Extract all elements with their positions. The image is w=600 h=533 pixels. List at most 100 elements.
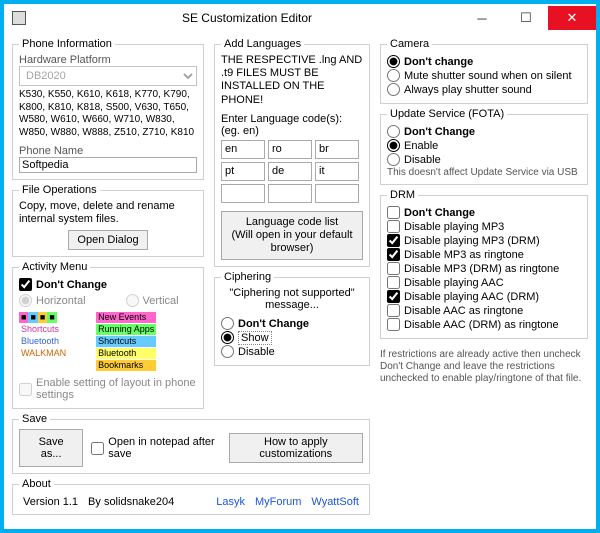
open-dialog-button[interactable]: Open Dialog: [68, 230, 147, 250]
cipher-dont-label: Don't Change: [238, 318, 309, 330]
drm-group: DRM Don't Change Disable playing MP3Disa…: [380, 189, 588, 339]
lang-code-5[interactable]: [315, 162, 359, 181]
phone-info-group: Phone Information Hardware Platform DB20…: [12, 38, 204, 180]
fota-enable-radio[interactable]: [387, 139, 400, 152]
save-legend: Save: [19, 413, 50, 425]
language-code-grid: [221, 140, 363, 203]
activity-dont-change-check[interactable]: [19, 278, 32, 291]
camera-group: Camera Don't change Mute shutter sound w…: [380, 38, 588, 104]
minimize-button[interactable]: ─: [460, 6, 504, 30]
app-window: SE Customization Editor ─ ☐ ✕ Phone Info…: [0, 0, 600, 533]
lang-code-3[interactable]: [221, 162, 265, 181]
drm-check-5[interactable]: [387, 290, 400, 303]
fota-disable-radio[interactable]: [387, 153, 400, 166]
drm-check-1[interactable]: [387, 234, 400, 247]
close-button[interactable]: ✕: [548, 6, 596, 30]
languages-legend: Add Languages: [221, 38, 304, 50]
drm-label-4: Disable playing AAC: [404, 277, 504, 289]
drm-check-7[interactable]: [387, 318, 400, 331]
drm-dont-check[interactable]: [387, 206, 400, 219]
drm-opt-6: Disable AAC as ringtone: [387, 304, 581, 317]
titlebar: SE Customization Editor ─ ☐ ✕: [4, 4, 596, 32]
vertical-radio: [126, 294, 139, 307]
cipher-dont-radio[interactable]: [221, 317, 234, 330]
fota-legend: Update Service (FOTA): [387, 108, 507, 120]
drm-opt-4: Disable playing AAC: [387, 276, 581, 289]
cipher-legend: Ciphering: [221, 271, 274, 283]
enable-layout-label: Enable setting of layout in phone settin…: [36, 377, 197, 401]
camera-mute-label: Mute shutter sound when on silent: [404, 70, 572, 82]
footer-note: If restrictions are already active then …: [380, 349, 588, 385]
file-ops-desc: Copy, move, delete and rename internal s…: [19, 200, 197, 226]
drm-opt-2: Disable MP3 as ringtone: [387, 248, 581, 261]
phone-info-legend: Phone Information: [19, 38, 115, 50]
languages-group: Add Languages THE RESPECTIVE .lng AND .t…: [214, 38, 370, 267]
languages-enter-label: Enter Language code(s): (eg. en): [221, 113, 363, 137]
platform-label: Hardware Platform: [19, 54, 197, 66]
fota-dont-label: Don't Change: [404, 126, 475, 138]
activity-dont-change-label: Don't Change: [36, 279, 107, 291]
window-title: SE Customization Editor: [34, 11, 460, 25]
camera-dont-label: Don't change: [404, 56, 473, 68]
lang-code-1[interactable]: [268, 140, 312, 159]
author-label: By solidsnake204: [88, 496, 174, 508]
camera-legend: Camera: [387, 38, 432, 50]
drm-check-0[interactable]: [387, 220, 400, 233]
drm-label-7: Disable AAC (DRM) as ringtone: [404, 319, 559, 331]
drm-dont-label: Don't Change: [404, 207, 475, 219]
vertical-preview: New Events Running Apps Shortcuts Blueto…: [96, 312, 156, 371]
camera-always-label: Always play shutter sound: [404, 84, 532, 96]
file-ops-group: File Operations Copy, move, delete and r…: [12, 184, 204, 257]
drm-check-3[interactable]: [387, 262, 400, 275]
activity-group: Activity Menu Don't Change Horizontal Ve…: [12, 261, 204, 409]
open-notepad-label: Open in notepad after save: [108, 436, 220, 460]
drm-opt-1: Disable playing MP3 (DRM): [387, 234, 581, 247]
cipher-disable-radio[interactable]: [221, 345, 234, 358]
drm-check-2[interactable]: [387, 248, 400, 261]
fota-enable-label: Enable: [404, 140, 438, 152]
drm-opt-0: Disable playing MP3: [387, 220, 581, 233]
language-list-button[interactable]: Language code list (Will open in your de…: [221, 211, 363, 261]
drm-check-6[interactable]: [387, 304, 400, 317]
lang-code-4[interactable]: [268, 162, 312, 181]
drm-label-1: Disable playing MP3 (DRM): [404, 235, 540, 247]
maximize-button[interactable]: ☐: [504, 6, 548, 30]
vertical-label: Vertical: [143, 295, 179, 307]
drm-opt-5: Disable playing AAC (DRM): [387, 290, 581, 303]
drm-label-5: Disable playing AAC (DRM): [404, 291, 539, 303]
horizontal-label: Horizontal: [36, 295, 86, 307]
activity-legend: Activity Menu: [19, 261, 90, 273]
camera-always-radio[interactable]: [387, 83, 400, 96]
phone-name-input[interactable]: [19, 157, 197, 173]
lang-code-6[interactable]: [221, 184, 265, 203]
enable-layout-check: [19, 383, 32, 396]
languages-note: THE RESPECTIVE .lng AND .t9 FILES MUST B…: [221, 54, 363, 107]
cipher-show-label: Show: [238, 332, 272, 344]
drm-opt-7: Disable AAC (DRM) as ringtone: [387, 318, 581, 331]
open-notepad-check[interactable]: [91, 442, 104, 455]
model-list: K530, K550, K610, K618, K770, K790, K800…: [19, 89, 197, 139]
cipher-group: Ciphering "Ciphering not supported" mess…: [214, 271, 370, 366]
drm-label-2: Disable MP3 as ringtone: [404, 249, 524, 261]
lang-code-8[interactable]: [315, 184, 359, 203]
drm-label-6: Disable AAC as ringtone: [404, 305, 523, 317]
drm-check-4[interactable]: [387, 276, 400, 289]
platform-select[interactable]: DB2020: [19, 66, 197, 86]
camera-dont-radio[interactable]: [387, 55, 400, 68]
phone-name-label: Phone Name: [19, 145, 197, 157]
fota-dont-radio[interactable]: [387, 125, 400, 138]
lang-code-2[interactable]: [315, 140, 359, 159]
fota-disable-label: Disable: [404, 154, 441, 166]
cipher-show-radio[interactable]: [221, 331, 234, 344]
lang-code-0[interactable]: [221, 140, 265, 159]
drm-opt-3: Disable MP3 (DRM) as ringtone: [387, 262, 581, 275]
app-icon: [12, 11, 26, 25]
camera-mute-radio[interactable]: [387, 69, 400, 82]
lang-code-7[interactable]: [268, 184, 312, 203]
cipher-desc: "Ciphering not supported" message...: [221, 287, 363, 311]
version-label: Version 1.1: [23, 496, 78, 508]
about-legend: About: [19, 478, 54, 490]
save-as-button[interactable]: Save as...: [19, 429, 83, 467]
drm-label-0: Disable playing MP3: [404, 221, 504, 233]
file-ops-legend: File Operations: [19, 184, 100, 196]
